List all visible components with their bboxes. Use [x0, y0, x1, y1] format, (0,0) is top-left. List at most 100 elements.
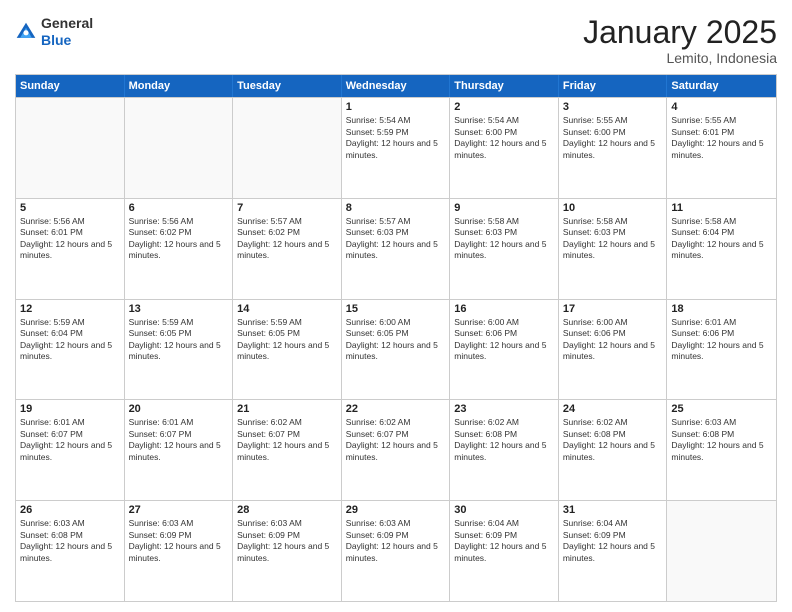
- cal-cell-1-3: 8 Sunrise: 5:57 AM Sunset: 6:03 PM Daylig…: [342, 199, 451, 299]
- day-info-4-2: Sunrise: 6:03 AM Sunset: 6:09 PM Dayligh…: [237, 518, 337, 564]
- day-info-2-1: Sunrise: 5:59 AM Sunset: 6:05 PM Dayligh…: [129, 317, 229, 363]
- day-num-0-4: 2: [454, 101, 554, 113]
- week-row-4: 26 Sunrise: 6:03 AM Sunset: 6:08 PM Dayli…: [16, 500, 776, 601]
- day-info-0-3: Sunrise: 5:54 AM Sunset: 5:59 PM Dayligh…: [346, 115, 446, 161]
- cal-cell-1-2: 7 Sunrise: 5:57 AM Sunset: 6:02 PM Daylig…: [233, 199, 342, 299]
- header-sunday: Sunday: [16, 75, 125, 97]
- day-num-2-4: 16: [454, 303, 554, 315]
- day-info-0-6: Sunrise: 5:55 AM Sunset: 6:01 PM Dayligh…: [671, 115, 772, 161]
- day-num-4-5: 31: [563, 504, 663, 516]
- day-info-3-4: Sunrise: 6:02 AM Sunset: 6:08 PM Dayligh…: [454, 417, 554, 463]
- cal-cell-4-3: 29 Sunrise: 6:03 AM Sunset: 6:09 PM Dayli…: [342, 501, 451, 601]
- cal-cell-4-0: 26 Sunrise: 6:03 AM Sunset: 6:08 PM Dayli…: [16, 501, 125, 601]
- day-info-2-0: Sunrise: 5:59 AM Sunset: 6:04 PM Dayligh…: [20, 317, 120, 363]
- cal-cell-0-6: 4 Sunrise: 5:55 AM Sunset: 6:01 PM Daylig…: [667, 98, 776, 198]
- cal-cell-3-5: 24 Sunrise: 6:02 AM Sunset: 6:08 PM Dayli…: [559, 400, 668, 500]
- day-info-0-4: Sunrise: 5:54 AM Sunset: 6:00 PM Dayligh…: [454, 115, 554, 161]
- day-num-1-4: 9: [454, 202, 554, 214]
- day-info-3-2: Sunrise: 6:02 AM Sunset: 6:07 PM Dayligh…: [237, 417, 337, 463]
- cal-cell-1-0: 5 Sunrise: 5:56 AM Sunset: 6:01 PM Daylig…: [16, 199, 125, 299]
- day-num-1-0: 5: [20, 202, 120, 214]
- cal-cell-3-3: 22Sunrise: 6:02 AM Sunset: 6:07 PM Dayli…: [342, 400, 451, 500]
- day-num-2-5: 17: [563, 303, 663, 315]
- day-info-2-4: Sunrise: 6:00 AM Sunset: 6:06 PM Dayligh…: [454, 317, 554, 363]
- day-num-1-3: 8: [346, 202, 446, 214]
- day-info-3-5: Sunrise: 6:02 AM Sunset: 6:08 PM Dayligh…: [563, 417, 663, 463]
- cal-cell-3-4: 23 Sunrise: 6:02 AM Sunset: 6:08 PM Dayli…: [450, 400, 559, 500]
- cal-cell-4-2: 28Sunrise: 6:03 AM Sunset: 6:09 PM Dayli…: [233, 501, 342, 601]
- logo-blue-text: Blue: [41, 32, 71, 48]
- day-info-2-6: Sunrise: 6:01 AM Sunset: 6:06 PM Dayligh…: [671, 317, 772, 363]
- day-num-1-1: 6: [129, 202, 229, 214]
- week-row-1: 5 Sunrise: 5:56 AM Sunset: 6:01 PM Daylig…: [16, 198, 776, 299]
- cal-cell-0-5: 3Sunrise: 5:55 AM Sunset: 6:00 PM Daylig…: [559, 98, 668, 198]
- day-num-4-4: 30: [454, 504, 554, 516]
- calendar-header-row: Sunday Monday Tuesday Wednesday Thursday…: [16, 75, 776, 97]
- day-info-1-2: Sunrise: 5:57 AM Sunset: 6:02 PM Dayligh…: [237, 216, 337, 262]
- cal-cell-0-1: [125, 98, 234, 198]
- logo-general-text: General: [41, 15, 93, 31]
- header-wednesday: Wednesday: [342, 75, 451, 97]
- day-info-1-3: Sunrise: 5:57 AM Sunset: 6:03 PM Dayligh…: [346, 216, 446, 262]
- header: General Blue January 2025 Lemito, Indone…: [15, 15, 777, 66]
- cal-cell-0-4: 2 Sunrise: 5:54 AM Sunset: 6:00 PM Daylig…: [450, 98, 559, 198]
- cal-cell-1-6: 11 Sunrise: 5:58 AM Sunset: 6:04 PM Dayli…: [667, 199, 776, 299]
- day-info-4-0: Sunrise: 6:03 AM Sunset: 6:08 PM Dayligh…: [20, 518, 120, 564]
- location: Lemito, Indonesia: [583, 50, 777, 66]
- cal-cell-2-5: 17Sunrise: 6:00 AM Sunset: 6:06 PM Dayli…: [559, 300, 668, 400]
- day-num-2-1: 13: [129, 303, 229, 315]
- day-info-4-5: Sunrise: 6:04 AM Sunset: 6:09 PM Dayligh…: [563, 518, 663, 564]
- day-info-2-2: Sunrise: 5:59 AM Sunset: 6:05 PM Dayligh…: [237, 317, 337, 363]
- day-num-4-3: 29: [346, 504, 446, 516]
- header-monday: Monday: [125, 75, 234, 97]
- day-num-3-6: 25: [671, 403, 772, 415]
- calendar-body: 1Sunrise: 5:54 AM Sunset: 5:59 PM Daylig…: [16, 97, 776, 601]
- day-num-0-6: 4: [671, 101, 772, 113]
- day-num-0-5: 3: [563, 101, 663, 113]
- day-num-2-3: 15: [346, 303, 446, 315]
- cal-cell-2-3: 15Sunrise: 6:00 AM Sunset: 6:05 PM Dayli…: [342, 300, 451, 400]
- day-num-1-6: 11: [671, 202, 772, 214]
- day-info-3-3: Sunrise: 6:02 AM Sunset: 6:07 PM Dayligh…: [346, 417, 446, 463]
- cal-cell-2-0: 12 Sunrise: 5:59 AM Sunset: 6:04 PM Dayli…: [16, 300, 125, 400]
- cal-cell-2-1: 13 Sunrise: 5:59 AM Sunset: 6:05 PM Dayli…: [125, 300, 234, 400]
- calendar: Sunday Monday Tuesday Wednesday Thursday…: [15, 74, 777, 602]
- header-thursday: Thursday: [450, 75, 559, 97]
- cal-cell-1-5: 10 Sunrise: 5:58 AM Sunset: 6:03 PM Dayli…: [559, 199, 668, 299]
- title-area: January 2025 Lemito, Indonesia: [583, 15, 777, 66]
- day-info-1-0: Sunrise: 5:56 AM Sunset: 6:01 PM Dayligh…: [20, 216, 120, 262]
- day-num-1-2: 7: [237, 202, 337, 214]
- day-num-3-5: 24: [563, 403, 663, 415]
- day-num-4-1: 27: [129, 504, 229, 516]
- cal-cell-4-4: 30 Sunrise: 6:04 AM Sunset: 6:09 PM Dayli…: [450, 501, 559, 601]
- week-row-3: 19Sunrise: 6:01 AM Sunset: 6:07 PM Dayli…: [16, 399, 776, 500]
- logo: General Blue: [15, 15, 93, 49]
- logo-icon: [15, 21, 37, 43]
- page: General Blue January 2025 Lemito, Indone…: [0, 0, 792, 612]
- day-info-4-3: Sunrise: 6:03 AM Sunset: 6:09 PM Dayligh…: [346, 518, 446, 564]
- day-num-3-2: 21: [237, 403, 337, 415]
- day-num-3-4: 23: [454, 403, 554, 415]
- day-num-4-0: 26: [20, 504, 120, 516]
- day-info-1-5: Sunrise: 5:58 AM Sunset: 6:03 PM Dayligh…: [563, 216, 663, 262]
- cal-cell-4-1: 27 Sunrise: 6:03 AM Sunset: 6:09 PM Dayli…: [125, 501, 234, 601]
- cal-cell-2-4: 16 Sunrise: 6:00 AM Sunset: 6:06 PM Dayli…: [450, 300, 559, 400]
- cal-cell-2-6: 18 Sunrise: 6:01 AM Sunset: 6:06 PM Dayli…: [667, 300, 776, 400]
- day-num-2-0: 12: [20, 303, 120, 315]
- day-info-1-6: Sunrise: 5:58 AM Sunset: 6:04 PM Dayligh…: [671, 216, 772, 262]
- logo-text: General Blue: [41, 15, 93, 49]
- day-info-4-1: Sunrise: 6:03 AM Sunset: 6:09 PM Dayligh…: [129, 518, 229, 564]
- cal-cell-3-1: 20Sunrise: 6:01 AM Sunset: 6:07 PM Dayli…: [125, 400, 234, 500]
- cal-cell-0-3: 1Sunrise: 5:54 AM Sunset: 5:59 PM Daylig…: [342, 98, 451, 198]
- month-title: January 2025: [583, 15, 777, 50]
- day-num-2-6: 18: [671, 303, 772, 315]
- day-info-1-1: Sunrise: 5:56 AM Sunset: 6:02 PM Dayligh…: [129, 216, 229, 262]
- header-saturday: Saturday: [667, 75, 776, 97]
- week-row-2: 12 Sunrise: 5:59 AM Sunset: 6:04 PM Dayli…: [16, 299, 776, 400]
- day-info-1-4: Sunrise: 5:58 AM Sunset: 6:03 PM Dayligh…: [454, 216, 554, 262]
- week-row-0: 1Sunrise: 5:54 AM Sunset: 5:59 PM Daylig…: [16, 97, 776, 198]
- cal-cell-3-0: 19Sunrise: 6:01 AM Sunset: 6:07 PM Dayli…: [16, 400, 125, 500]
- header-friday: Friday: [559, 75, 668, 97]
- day-info-4-4: Sunrise: 6:04 AM Sunset: 6:09 PM Dayligh…: [454, 518, 554, 564]
- day-num-1-5: 10: [563, 202, 663, 214]
